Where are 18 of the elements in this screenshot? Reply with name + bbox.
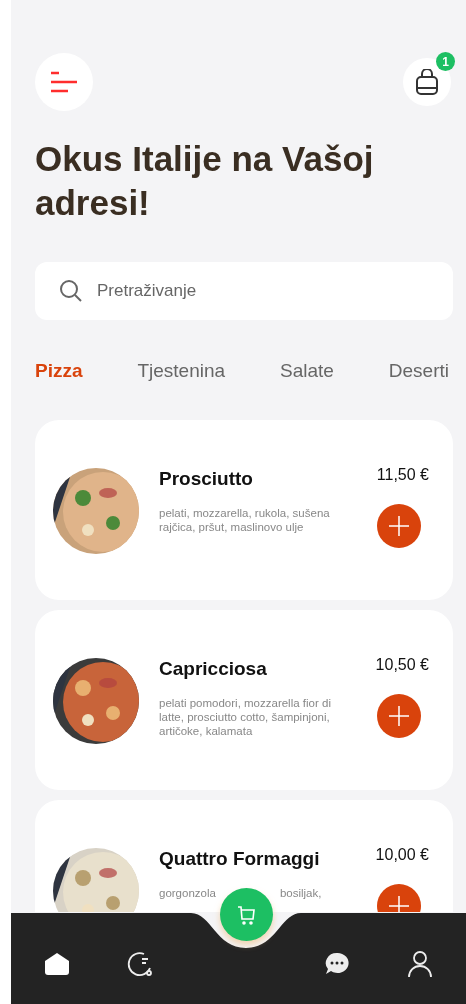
product-description: pelati, mozzarella, rukola, sušena rajčica, pršut, maslinovo ulje xyxy=(159,506,331,534)
product-name: Capricciosa xyxy=(159,658,268,680)
category-tab[interactable]: Pizza xyxy=(35,360,83,382)
category-tab[interactable]: Salate xyxy=(280,360,334,382)
product-name: Prosciutto xyxy=(159,468,254,490)
search-input[interactable]: Pretraživanje xyxy=(95,280,429,302)
product-name: Quattro Formaggi xyxy=(159,848,321,870)
product-description: bosiljak, xyxy=(279,886,322,900)
page-title: Okus Italije na Vašoj adresi! xyxy=(35,138,375,224)
product-description: gorgonzola xyxy=(159,886,216,900)
product-price: 11,50 € xyxy=(376,466,429,484)
product-price: 10,00 € xyxy=(375,846,429,864)
search-field[interactable]: Pretraživanje xyxy=(35,262,453,320)
product-price: 10,50 € xyxy=(375,656,429,674)
cart-count-badge: 1 xyxy=(436,52,455,71)
category-tab[interactable]: Tjestenina xyxy=(137,360,226,382)
category-tab[interactable]: Deserti xyxy=(388,360,449,382)
product-description: pelati pomodori, mozzarella fior di latte, prosciutto cotto, šampinjoni, artičoke, kalamata xyxy=(159,696,332,738)
